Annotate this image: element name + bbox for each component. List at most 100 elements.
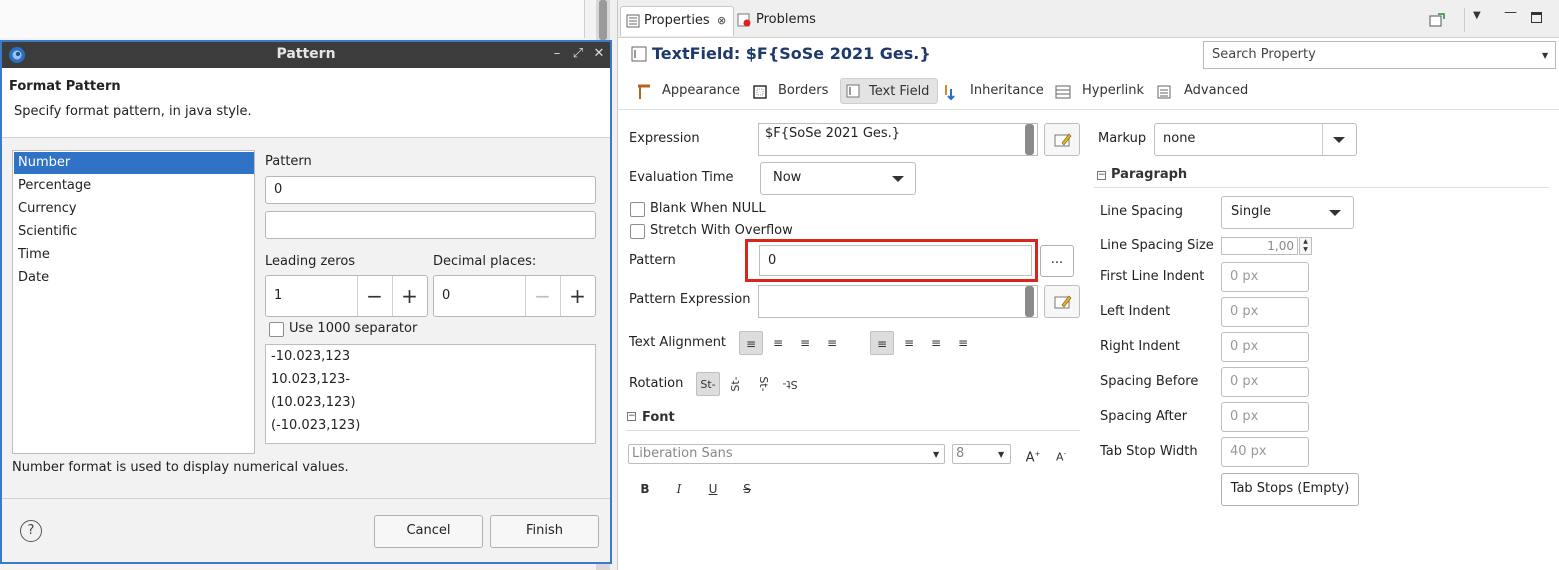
minus-icon[interactable]: − bbox=[525, 276, 559, 316]
align-top-icon[interactable]: ≡ bbox=[870, 331, 894, 355]
cancel-button[interactable]: Cancel bbox=[374, 515, 483, 548]
strikethrough-icon[interactable]: S bbox=[737, 479, 757, 499]
align-right-icon[interactable]: ≡ bbox=[793, 331, 817, 355]
align-justify-icon[interactable]: ≡ bbox=[820, 331, 844, 355]
minimize-icon[interactable]: – bbox=[548, 45, 566, 63]
close-icon[interactable]: ✕ bbox=[590, 45, 608, 63]
align-center-icon[interactable]: ≡ bbox=[766, 331, 790, 355]
leading-zeros-stepper[interactable]: 1 − + bbox=[265, 275, 428, 317]
expression-editor-icon bbox=[1054, 294, 1072, 310]
pattern-expression-scrollbar[interactable] bbox=[1025, 286, 1034, 317]
advanced-icon bbox=[1157, 85, 1171, 99]
rotation-right-icon[interactable]: St- bbox=[751, 372, 775, 396]
format-type-time[interactable]: Time bbox=[14, 244, 254, 266]
pattern-expression-editor-button[interactable] bbox=[1044, 285, 1080, 318]
line-spacing-size-input[interactable]: 1,00 bbox=[1221, 237, 1298, 255]
first-line-indent-input[interactable]: 0 px bbox=[1221, 262, 1309, 292]
format-type-currency[interactable]: Currency bbox=[14, 198, 254, 220]
font-increase-icon[interactable]: A+ bbox=[1023, 444, 1043, 465]
format-type-number[interactable]: Number bbox=[14, 152, 254, 174]
format-type-percentage[interactable]: Percentage bbox=[14, 175, 254, 197]
format-type-date[interactable]: Date bbox=[14, 267, 254, 289]
blank-when-null-checkbox[interactable] bbox=[630, 202, 645, 217]
properties-icon bbox=[626, 14, 640, 28]
tab-hyperlink[interactable]: Hyperlink bbox=[1082, 78, 1144, 104]
decimal-places-label: Decimal places: bbox=[433, 254, 537, 269]
tab-problems[interactable]: Problems bbox=[737, 6, 837, 36]
properties-panel: Properties ⊗ Problems ▼ — TextField: $F{… bbox=[617, 0, 1559, 570]
line-spacing-size-spinner[interactable]: ▲ ▼ bbox=[1299, 237, 1312, 255]
rotation-upside-down-icon[interactable]: St- bbox=[778, 372, 802, 396]
selection-header: TextField: $F{SoSe 2021 Ges.} Search Pro… bbox=[618, 38, 1559, 70]
stretch-with-overflow-checkbox[interactable] bbox=[630, 224, 645, 239]
bold-icon[interactable]: B bbox=[635, 479, 655, 499]
search-property-input[interactable]: Search Property bbox=[1203, 41, 1556, 69]
search-dropdown-icon[interactable]: ▼ bbox=[1542, 51, 1548, 60]
right-indent-input[interactable]: 0 px bbox=[1221, 332, 1309, 362]
expression-editor-button[interactable] bbox=[1044, 123, 1080, 156]
left-indent-input[interactable]: 0 px bbox=[1221, 297, 1309, 327]
tab-inheritance[interactable]: Inheritance bbox=[970, 78, 1044, 104]
font-decrease-icon[interactable]: A- bbox=[1051, 444, 1071, 464]
underline-icon[interactable]: U bbox=[703, 479, 723, 499]
tab-stop-width-input[interactable]: 40 px bbox=[1221, 437, 1309, 467]
blank-when-null-label: Blank When NULL bbox=[650, 201, 766, 216]
sample-item[interactable]: (10.023,123) bbox=[271, 395, 356, 410]
view-menu-icon[interactable]: ▼ bbox=[1473, 10, 1481, 21]
collapse-paragraph-icon[interactable]: − bbox=[1097, 171, 1106, 180]
finish-button[interactable]: Finish bbox=[490, 515, 599, 548]
expression-input[interactable]: $F{SoSe 2021 Ges.} bbox=[758, 123, 1038, 156]
borders-icon bbox=[753, 85, 767, 99]
align-bottom-icon[interactable]: ≡ bbox=[924, 331, 948, 355]
maximize-icon[interactable]: ⤢ bbox=[569, 45, 587, 63]
help-icon[interactable]: ? bbox=[20, 520, 42, 542]
pattern-expression-input[interactable] bbox=[758, 285, 1038, 318]
editor-scrollbar-thumb[interactable] bbox=[599, 0, 607, 40]
tab-borders[interactable]: Borders bbox=[778, 78, 828, 104]
sample-item[interactable]: 10.023,123- bbox=[271, 372, 350, 387]
expression-scrollbar[interactable] bbox=[1025, 124, 1034, 155]
close-tab-icon[interactable]: ⊗ bbox=[717, 7, 726, 35]
pattern-label: Pattern bbox=[629, 253, 676, 268]
align-left-icon[interactable]: ≡ bbox=[739, 331, 763, 355]
pattern-input[interactable]: 0 bbox=[265, 176, 596, 204]
sample-item[interactable]: -10.023,123 bbox=[271, 349, 350, 364]
format-type-list[interactable]: Number Percentage Currency Scientific Ti… bbox=[12, 150, 255, 454]
open-view-icon[interactable] bbox=[1429, 13, 1445, 27]
pattern-preview-field[interactable] bbox=[265, 211, 596, 239]
problems-icon bbox=[737, 13, 751, 27]
format-type-scientific[interactable]: Scientific bbox=[14, 221, 254, 243]
format-samples-list[interactable]: -10.023,123 10.023,123- (10.023,123) (-1… bbox=[265, 344, 596, 444]
sample-item[interactable]: (-10.023,123) bbox=[271, 418, 360, 433]
align-middle-icon[interactable]: ≡ bbox=[897, 331, 921, 355]
rotation-none-icon[interactable]: St- bbox=[696, 372, 720, 396]
editor-top-area bbox=[0, 0, 585, 38]
spacing-after-input[interactable]: 0 px bbox=[1221, 402, 1309, 432]
tab-stops-button[interactable]: Tab Stops (Empty) bbox=[1221, 473, 1359, 506]
maximize-icon[interactable] bbox=[1531, 12, 1542, 23]
markup-select[interactable]: none bbox=[1154, 123, 1357, 156]
rotation-left-icon[interactable]: St- bbox=[724, 372, 748, 396]
thousand-separator-checkbox[interactable] bbox=[269, 322, 284, 337]
minus-icon[interactable]: − bbox=[357, 276, 391, 316]
dialog-title: Pattern bbox=[276, 46, 336, 62]
align-justify-vertical-icon[interactable]: ≡ bbox=[951, 331, 975, 355]
plus-icon[interactable]: + bbox=[560, 276, 594, 316]
font-name-select[interactable]: Liberation Sans bbox=[628, 444, 945, 464]
plus-icon[interactable]: + bbox=[392, 276, 426, 316]
tab-advanced[interactable]: Advanced bbox=[1184, 78, 1248, 104]
pattern-browse-button[interactable]: ... bbox=[1040, 245, 1074, 277]
italic-icon[interactable]: I bbox=[669, 479, 689, 499]
spacing-before-input[interactable]: 0 px bbox=[1221, 367, 1309, 397]
spacing-after-label: Spacing After bbox=[1100, 409, 1188, 424]
inheritance-icon bbox=[943, 83, 957, 101]
markup-label: Markup bbox=[1098, 131, 1147, 146]
rotation-label: Rotation bbox=[629, 376, 684, 391]
minimize-icon[interactable]: — bbox=[1504, 5, 1517, 20]
pattern-input[interactable]: 0 bbox=[759, 245, 1032, 276]
text-alignment-label: Text Alignment bbox=[629, 335, 727, 350]
tab-properties[interactable]: Properties ⊗ bbox=[620, 6, 734, 36]
collapse-font-icon[interactable]: − bbox=[627, 412, 636, 421]
decimal-places-stepper[interactable]: 0 − + bbox=[433, 275, 596, 317]
tab-appearance[interactable]: Appearance bbox=[662, 78, 740, 104]
